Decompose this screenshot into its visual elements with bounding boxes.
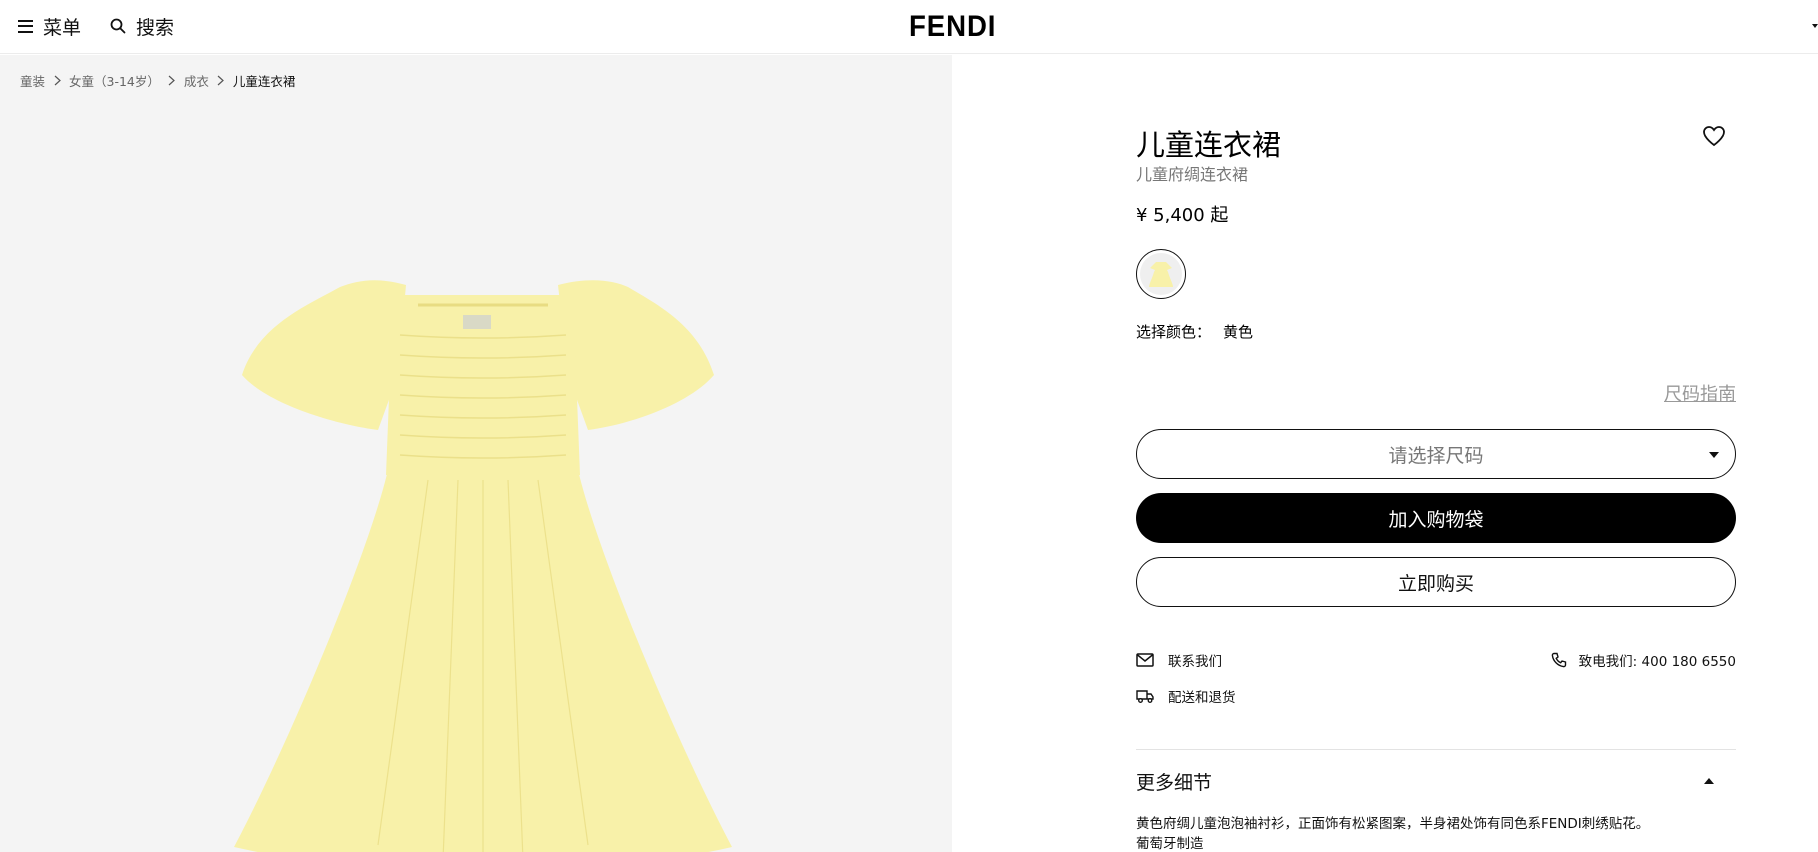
menu-label: 菜单 [43, 16, 82, 39]
product-image-gallery: 童装 女童（3-14岁） 成衣 儿童连衣裙 [0, 55, 952, 852]
origin-text: 葡萄牙制造 [1136, 836, 1204, 852]
chevron-down-icon[interactable] [1812, 22, 1818, 30]
hamburger-icon [18, 19, 33, 33]
product-price: ¥ 5,400 起 [1136, 205, 1229, 226]
top-header: 菜单 搜索 FENDI [0, 0, 1818, 54]
breadcrumb-item-kids[interactable]: 童装 [20, 71, 45, 90]
delivery-truck-icon [1136, 690, 1154, 703]
chevron-up-icon [1704, 778, 1714, 784]
color-selection: 选择颜色： 黄色 [1136, 321, 1253, 342]
fendi-logo[interactable]: FENDI [909, 10, 996, 44]
more-details-label: 更多细节 [1136, 771, 1213, 794]
call-us-label: 致电我们: 400 180 6550 [1578, 654, 1736, 670]
product-subtitle: 儿童府绸连衣裙 [1136, 165, 1249, 184]
contact-us-link[interactable]: 联系我们 [1136, 650, 1222, 670]
more-details-accordion[interactable]: 更多细节 [1136, 765, 1736, 797]
phone-icon [1551, 652, 1566, 668]
product-description: 黄色府绸儿童泡泡袖衬衫，正面饰有松紧图案，半身裙处饰有同色系FENDI刺绣贴花。… [1136, 814, 1649, 852]
product-details-panel: 儿童连衣裙 儿童府绸连衣裙 ¥ 5,400 起 选择颜色： 黄色 尺码指南 请选… [1136, 55, 1736, 852]
color-value: 黄色 [1223, 323, 1254, 341]
call-us-link[interactable]: 致电我们: 400 180 6550 [1551, 650, 1736, 670]
chevron-right-icon [45, 75, 69, 86]
breadcrumb: 童装 女童（3-14岁） 成衣 儿童连衣裙 [20, 71, 295, 90]
breadcrumb-item-clothing[interactable]: 成衣 [184, 71, 209, 90]
search-label: 搜索 [136, 16, 175, 39]
divider [1136, 749, 1736, 750]
buy-now-button[interactable]: 立即购买 [1136, 557, 1736, 607]
color-label: 选择颜色： [1136, 323, 1212, 341]
chevron-down-icon [1709, 452, 1719, 458]
swatch-thumbnail [1140, 253, 1182, 295]
product-image-dress[interactable] [228, 225, 738, 852]
chevron-right-icon [160, 75, 184, 86]
size-guide-link[interactable]: 尺码指南 [1664, 380, 1736, 406]
dress-thumbnail-icon [1149, 262, 1173, 287]
size-select[interactable]: 请选择尺码 [1136, 429, 1736, 479]
menu-button[interactable]: 菜单 [18, 12, 81, 40]
description-text: 黄色府绸儿童泡泡袖衬衫，正面饰有松紧图案，半身裙处饰有同色系FENDI刺绣贴花。 [1136, 816, 1650, 832]
breadcrumb-item-girls[interactable]: 女童（3-14岁） [69, 71, 160, 90]
contact-us-label: 联系我们 [1168, 654, 1222, 670]
color-swatch-yellow[interactable] [1136, 249, 1186, 299]
search-icon [110, 18, 126, 34]
delivery-returns-link[interactable]: 配送和退货 [1136, 686, 1236, 706]
delivery-returns-label: 配送和退货 [1168, 690, 1236, 706]
mail-icon [1136, 653, 1154, 667]
chevron-right-icon [209, 75, 233, 86]
size-select-placeholder: 请选择尺码 [1388, 444, 1484, 467]
product-title: 儿童连衣裙 [1136, 128, 1282, 162]
breadcrumb-item-current: 儿童连衣裙 [232, 74, 296, 89]
add-to-bag-button[interactable]: 加入购物袋 [1136, 493, 1736, 543]
search-button[interactable]: 搜索 [110, 12, 174, 40]
heart-icon[interactable] [1702, 125, 1726, 147]
